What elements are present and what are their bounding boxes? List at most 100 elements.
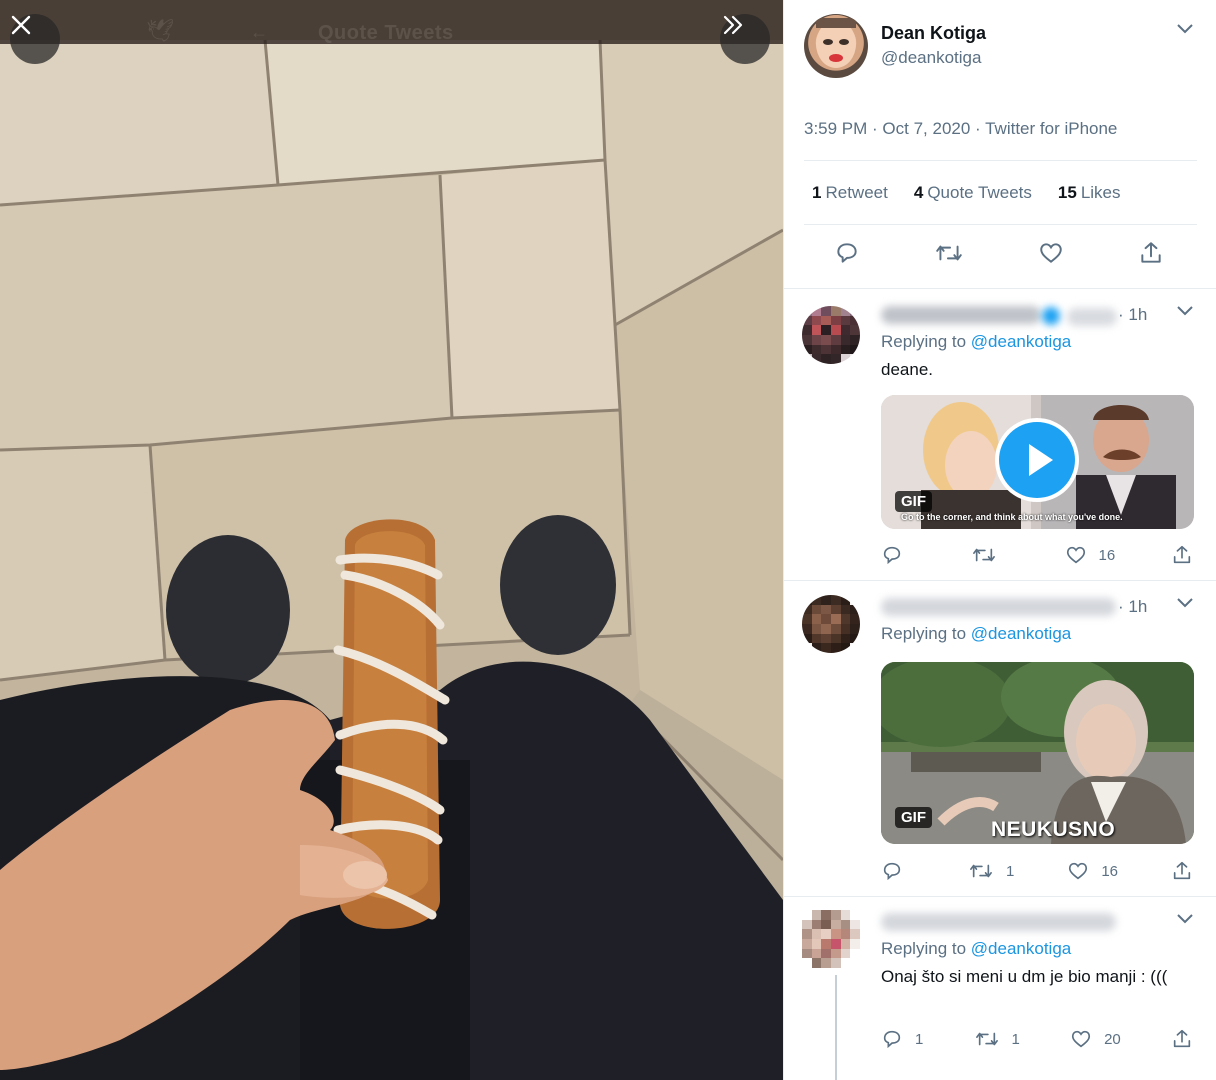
divider xyxy=(784,896,1216,897)
reply-more-button[interactable] xyxy=(1176,912,1194,928)
chevron-down-icon xyxy=(1177,306,1193,316)
reply-actions: 16 xyxy=(881,544,1193,566)
retweet-icon xyxy=(970,864,992,878)
share-icon xyxy=(1173,861,1191,880)
share-icon xyxy=(1141,242,1161,263)
gif-media[interactable]: GIF Go to the corner, and think about wh… xyxy=(881,395,1194,529)
chevron-down-icon xyxy=(1177,24,1193,34)
like-button[interactable] xyxy=(1038,240,1064,266)
twitter-bird-icon: 🕊 xyxy=(146,18,174,43)
verified-badge-icon xyxy=(1042,307,1060,325)
expand-sidebar-button[interactable] xyxy=(720,14,770,64)
gif-badge: GIF xyxy=(895,807,932,828)
pixelated-avatar xyxy=(802,910,860,968)
replying-to-handle-link[interactable]: @deankotiga xyxy=(971,624,1071,643)
pixelated-avatar xyxy=(802,306,860,364)
like-icon xyxy=(1040,243,1062,263)
like-icon xyxy=(1072,1030,1091,1048)
share-icon xyxy=(1173,1029,1191,1048)
like-count: 16 xyxy=(1101,862,1118,880)
replying-to-handle-link[interactable]: @deankotiga xyxy=(971,939,1071,958)
like-button[interactable]: 16 xyxy=(1065,544,1116,566)
reply-time[interactable]: · 1h xyxy=(1118,597,1147,617)
thread-line xyxy=(835,975,837,1080)
blurred-handle xyxy=(1067,308,1117,326)
reply-time[interactable]: · 1h xyxy=(1118,305,1147,325)
reply-button[interactable] xyxy=(881,544,915,566)
pixelated-avatar xyxy=(802,595,860,653)
photo-viewer: 🕊 ← Quote Tweets xyxy=(0,0,783,1080)
tweet-timestamp[interactable]: 3:59 PM · Oct 7, 2020 · Twitter for iPho… xyxy=(804,119,1117,139)
reply-button[interactable]: 1 xyxy=(881,1028,923,1050)
divider xyxy=(804,224,1197,225)
reply-icon xyxy=(883,1030,901,1049)
retweet-button[interactable] xyxy=(971,544,1009,566)
divider xyxy=(784,288,1216,289)
gif-caption: Go to the corner, and think about what y… xyxy=(901,512,1123,522)
reply-text: deane. xyxy=(881,360,933,379)
retweet-count: 1 xyxy=(1011,1030,1020,1048)
like-icon xyxy=(1066,546,1085,564)
blurred-display-name xyxy=(881,306,1041,324)
double-chevron-right-icon xyxy=(723,15,743,35)
close-viewer-button[interactable] xyxy=(10,14,60,64)
gif-media[interactable]: GIF NEUKUSNO xyxy=(881,662,1194,844)
author-avatar[interactable] xyxy=(804,14,868,78)
like-icon xyxy=(1069,862,1088,880)
author-name[interactable]: Dean Kotiga xyxy=(881,23,986,44)
viewer-top-bar: 🕊 ← Quote Tweets xyxy=(0,0,783,44)
like-button[interactable]: 16 xyxy=(1067,860,1118,882)
reply-text: Onaj što si meni u dm je bio manji : ((( xyxy=(881,967,1168,986)
reply-more-button[interactable] xyxy=(1176,596,1194,612)
blurred-display-name xyxy=(881,598,1116,616)
share-button[interactable] xyxy=(1138,240,1164,266)
share-button[interactable] xyxy=(1171,860,1193,882)
play-icon xyxy=(999,422,1075,498)
reply-avatar[interactable] xyxy=(802,595,860,653)
reply-button[interactable] xyxy=(881,860,915,882)
reply-icon xyxy=(883,862,901,881)
reply-avatar[interactable] xyxy=(802,306,860,364)
replying-to-handle-link[interactable]: @deankotiga xyxy=(971,332,1071,351)
tweet-stats: 1 Retweet 4 Quote Tweets 15 Likes xyxy=(812,183,1121,203)
chevron-down-icon xyxy=(1177,914,1193,924)
retweet-button[interactable] xyxy=(934,240,964,266)
retweet-button[interactable]: 1 xyxy=(974,1028,1020,1050)
retweets-stat[interactable]: 1 Retweet xyxy=(812,183,888,203)
reply-actions: 1 1 20 xyxy=(881,1028,1193,1050)
gif-badge: GIF xyxy=(895,491,932,512)
tweet-photo xyxy=(0,0,783,1080)
blurred-display-name xyxy=(881,913,1116,931)
author-handle[interactable]: @deankotiga xyxy=(881,48,981,68)
reply-avatar[interactable] xyxy=(802,910,860,968)
tweet-actions xyxy=(834,240,1164,266)
like-button[interactable]: 20 xyxy=(1070,1028,1121,1050)
gif-caption: NEUKUSNO xyxy=(991,818,1116,841)
tweet-sidebar: Dean Kotiga @deankotiga 3:59 PM · Oct 7,… xyxy=(783,0,1216,1080)
likes-stat[interactable]: 15 Likes xyxy=(1058,183,1121,203)
ghost-page-title: Quote Tweets xyxy=(318,22,454,44)
chevron-down-icon xyxy=(1177,598,1193,608)
quote-tweets-stat[interactable]: 4 Quote Tweets xyxy=(914,183,1032,203)
divider xyxy=(784,580,1216,581)
like-count: 16 xyxy=(1098,546,1116,564)
retweet-count: 1 xyxy=(1005,862,1015,880)
close-icon xyxy=(11,15,31,35)
reply-more-button[interactable] xyxy=(1176,304,1194,320)
replying-to: Replying to @deankotiga xyxy=(881,624,1072,643)
share-button[interactable] xyxy=(1171,1028,1193,1050)
share-button[interactable] xyxy=(1171,544,1193,566)
reply-count: 1 xyxy=(915,1030,924,1048)
retweet-icon xyxy=(936,245,962,261)
reply-button[interactable] xyxy=(834,240,860,266)
retweet-icon xyxy=(972,548,995,562)
author-photo xyxy=(816,18,856,68)
play-button[interactable] xyxy=(995,418,1079,502)
tweet-more-button[interactable] xyxy=(1176,22,1194,38)
reply-icon xyxy=(837,243,857,263)
divider xyxy=(804,160,1197,161)
like-count: 20 xyxy=(1104,1030,1121,1048)
share-icon xyxy=(1173,545,1191,564)
retweet-button[interactable]: 1 xyxy=(968,860,1014,882)
reply-icon xyxy=(883,546,901,565)
